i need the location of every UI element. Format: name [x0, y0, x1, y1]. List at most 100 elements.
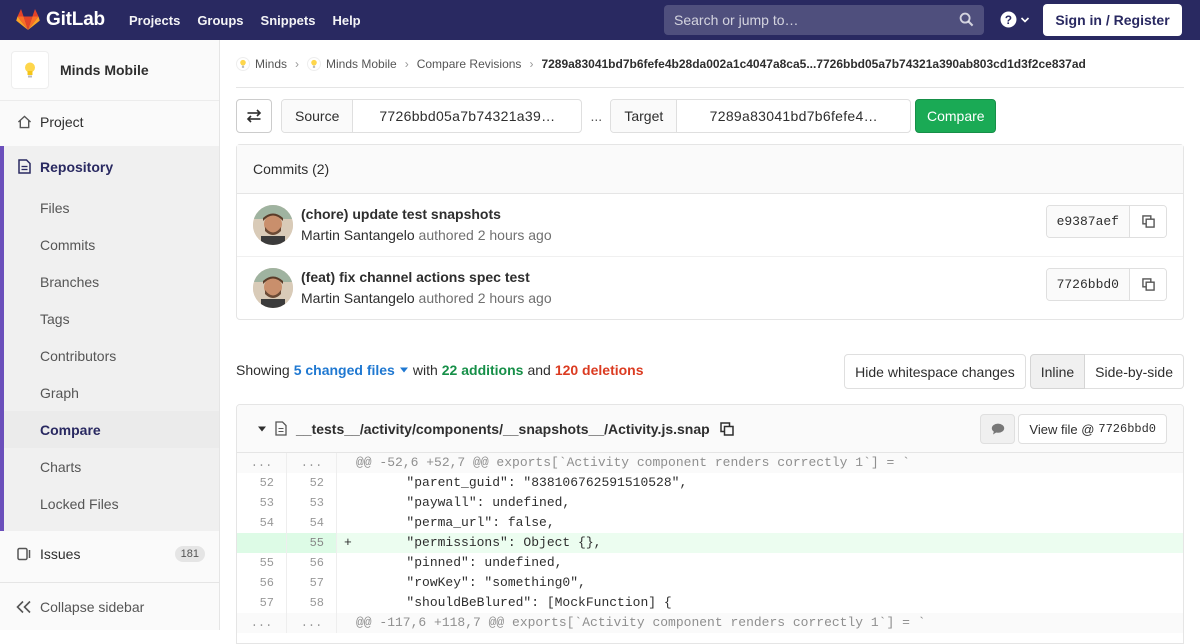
source-ref-group: Source 7726bbd05a7b74321a39…	[281, 99, 583, 133]
compare-form: Source 7726bbd05a7b74321a39… ... Target …	[236, 99, 997, 133]
copy-icon	[719, 421, 734, 436]
commits-list: Commits (2) (chore) update test snapshot…	[236, 144, 1184, 320]
gitlab-logo[interactable]: GitLab	[16, 9, 112, 31]
collapse-sidebar-label: Collapse sidebar	[40, 598, 145, 615]
diff-file: __tests__/activity/components/__snapshot…	[236, 404, 1184, 644]
top-navbar: GitLab Projects Groups Snippets Help Sea…	[0, 0, 1200, 40]
sidebar-item-compare[interactable]: Compare	[4, 411, 219, 448]
commit-author[interactable]: Martin Santangelo	[301, 290, 415, 306]
commit-author[interactable]: Martin Santangelo	[301, 227, 415, 243]
diff-code: + "permissions": Object {},	[344, 535, 602, 550]
old-line-number[interactable]: 57	[237, 593, 287, 613]
sidebar-item-graph[interactable]: Graph	[0, 374, 219, 411]
commits-header: Commits (2)	[237, 145, 1183, 194]
changed-files-dropdown[interactable]: 5 changed files	[294, 362, 409, 378]
breadcrumb-separator: ›	[529, 56, 534, 71]
project-avatar	[11, 51, 49, 89]
collapse-file-toggle[interactable]	[257, 425, 267, 433]
old-line-number[interactable]: 56	[237, 573, 287, 593]
nav-snippets[interactable]: Snippets	[261, 13, 316, 28]
new-line-number[interactable]: 55	[287, 533, 337, 553]
old-line-number[interactable]: 54	[237, 513, 287, 533]
new-line-number[interactable]: 56	[287, 553, 337, 573]
copy-sha-button[interactable]	[1130, 206, 1166, 237]
author-avatar[interactable]	[253, 268, 293, 308]
diff-line: 54 54 "perma_url": false,	[237, 513, 1183, 533]
new-line-number[interactable]: 57	[287, 573, 337, 593]
sidebar-item-commits[interactable]: Commits	[0, 226, 219, 263]
hide-whitespace-button[interactable]: Hide whitespace changes	[844, 354, 1026, 389]
collapse-sidebar-button[interactable]: Collapse sidebar	[0, 582, 219, 630]
issues-count-badge: 181	[174, 545, 205, 562]
commit-sha-button[interactable]: e9387aef	[1046, 206, 1130, 237]
sidebar-issues-label: Issues	[40, 545, 81, 562]
home-icon	[16, 114, 32, 130]
breadcrumb-minds-mobile[interactable]: Minds Mobile	[307, 56, 397, 71]
commit-sha-button[interactable]: 7726bbd0	[1046, 269, 1130, 300]
sidebar-item-branches[interactable]: Branches	[0, 263, 219, 300]
old-line-number[interactable]: 53	[237, 493, 287, 513]
commit-meta: Martin Santangelo authored 2 hours ago	[301, 290, 552, 306]
sidebar-item-contributors[interactable]: Contributors	[0, 337, 219, 374]
old-line-number: ...	[237, 453, 287, 473]
search-input[interactable]: Search or jump to…	[664, 5, 984, 35]
search-icon	[959, 12, 974, 27]
sidebar-item-charts[interactable]: Charts	[0, 448, 219, 485]
old-line-number[interactable]: 55	[237, 553, 287, 573]
diff-code: @@ -52,6 +52,7 @@ exports[`Activity comp…	[356, 455, 910, 470]
new-line-number[interactable]: 53	[287, 493, 337, 513]
sidebar-item-files[interactable]: Files	[0, 189, 219, 226]
toggle-comments-button[interactable]	[980, 414, 1015, 444]
project-name: Minds Mobile	[60, 62, 149, 78]
group-avatar-icon	[236, 56, 250, 71]
breadcrumb: Minds › Minds Mobile › Compare Revisions…	[236, 40, 1184, 88]
nav-groups[interactable]: Groups	[197, 13, 243, 28]
breadcrumb-separator: ›	[295, 56, 300, 71]
sidebar-item-project[interactable]: Project	[0, 103, 219, 140]
target-ref-dropdown[interactable]: 7289a83041bd7b6fefe4…	[677, 100, 910, 132]
side-by-side-view-button[interactable]: Side-by-side	[1085, 354, 1184, 389]
diff-line-added: 55 + "permissions": Object {},	[237, 533, 1183, 553]
commit-title[interactable]: (chore) update test snapshots	[301, 206, 501, 222]
stats-showing-text: Showing	[236, 362, 290, 378]
author-avatar[interactable]	[253, 205, 293, 245]
diff-view-options: Hide whitespace changes Inline Side-by-s…	[844, 354, 1184, 389]
sidebar-project-header[interactable]: Minds Mobile	[0, 40, 219, 101]
commit-title[interactable]: (feat) fix channel actions spec test	[301, 269, 530, 285]
breadcrumb-compare-revisions[interactable]: Compare Revisions	[417, 57, 522, 71]
sidebar-item-issues[interactable]: Issues 181	[0, 535, 219, 572]
copy-file-path-button[interactable]	[719, 421, 734, 436]
nav-help[interactable]: Help	[332, 13, 360, 28]
breadcrumb-minds[interactable]: Minds	[236, 56, 287, 71]
inline-view-button[interactable]: Inline	[1029, 354, 1086, 389]
sidebar-item-repository[interactable]: Repository	[0, 148, 219, 185]
breadcrumb-current[interactable]: 7289a83041bd7b6fefe4b28da002a1c4047a8ca5…	[541, 57, 1085, 71]
project-avatar-icon	[307, 56, 322, 71]
chevron-down-icon	[1020, 16, 1030, 23]
additions-count: 22 additions	[441, 362, 524, 378]
old-line-number[interactable]: 52	[237, 473, 287, 493]
new-line-number[interactable]: 58	[287, 593, 337, 613]
file-icon	[275, 421, 287, 436]
diff-hunk-header: ... ... @@ -117,6 +118,7 @@ exports[`Act…	[237, 613, 1183, 633]
new-line-number[interactable]: 54	[287, 513, 337, 533]
swap-arrows-icon	[246, 109, 262, 123]
view-file-button[interactable]: View file @ 7726bbd0	[1018, 414, 1167, 444]
compare-button[interactable]: Compare	[915, 99, 997, 133]
sidebar-item-locked-files[interactable]: Locked Files	[0, 485, 219, 522]
file-path[interactable]: __tests__/activity/components/__snapshot…	[296, 421, 710, 437]
sidebar-item-tags[interactable]: Tags	[0, 300, 219, 337]
swap-revisions-button[interactable]	[236, 99, 272, 133]
sign-in-button[interactable]: Sign in / Register	[1043, 4, 1182, 36]
document-icon	[16, 159, 32, 175]
help-dropdown[interactable]: ?	[1000, 11, 1030, 28]
source-ref-dropdown[interactable]: 7726bbd05a7b74321a39…	[353, 100, 581, 132]
diff-line: 55 56 "pinned": undefined,	[237, 553, 1183, 573]
new-line-number: ...	[287, 613, 337, 633]
diff-code: "shouldBeBlured": [MockFunction] {	[344, 595, 672, 610]
old-line-number[interactable]	[237, 533, 287, 553]
copy-sha-button[interactable]	[1130, 269, 1166, 300]
new-line-number[interactable]: 52	[287, 473, 337, 493]
nav-projects[interactable]: Projects	[129, 13, 180, 28]
search-placeholder: Search or jump to…	[674, 12, 799, 28]
